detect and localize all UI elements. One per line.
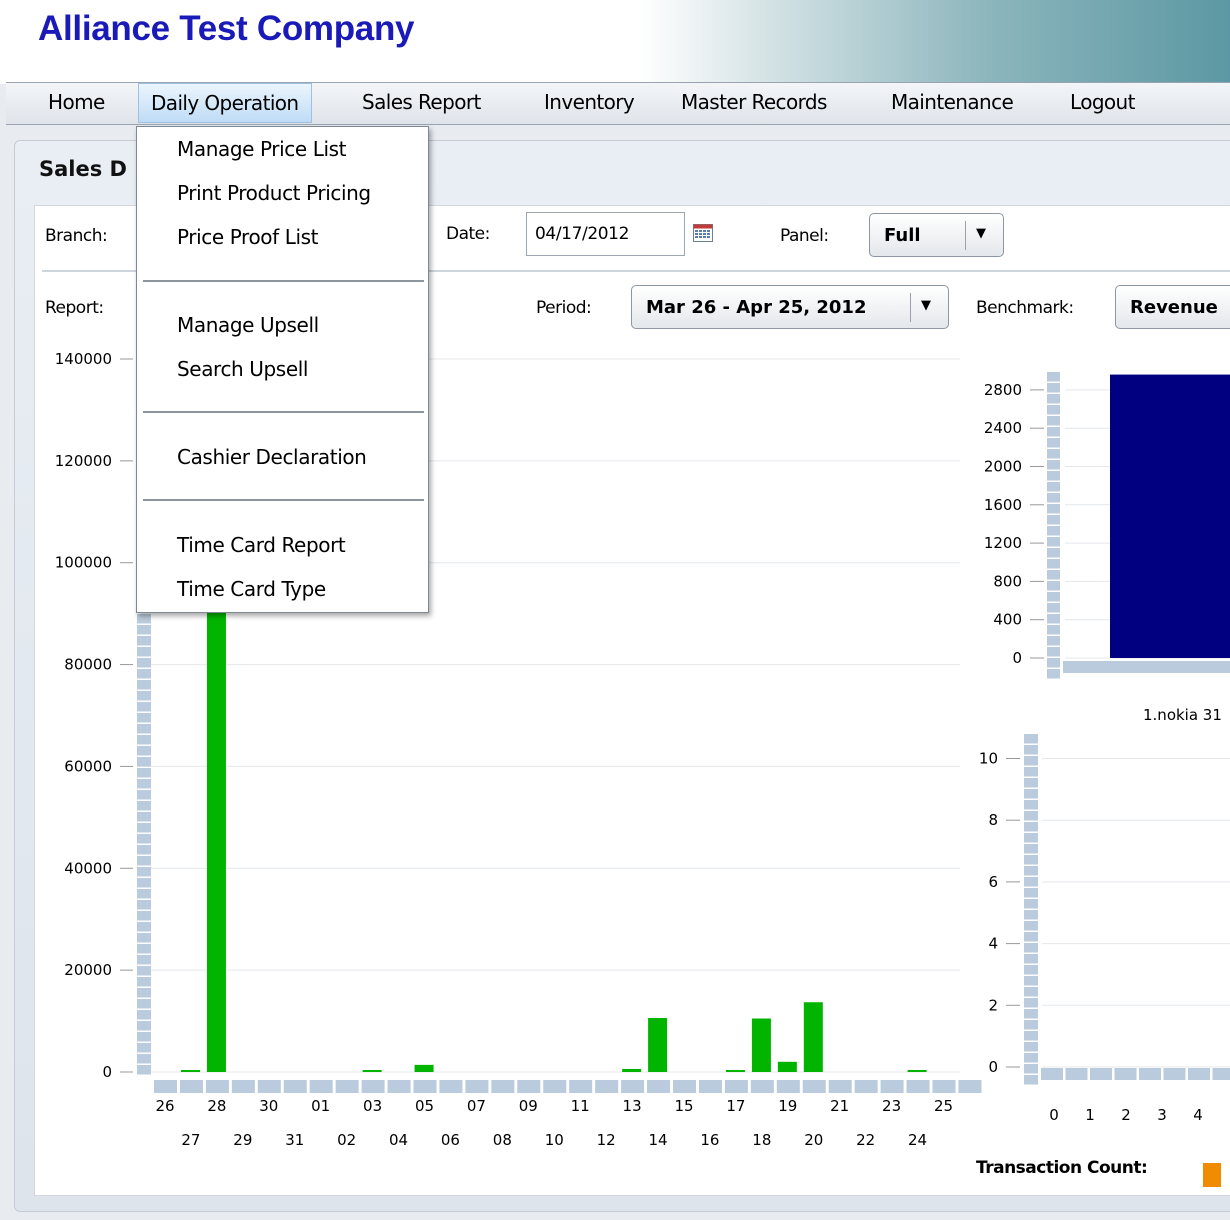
y-axis-block <box>1024 1042 1038 1052</box>
y-axis-block <box>1024 998 1038 1008</box>
legend-swatch <box>1203 1163 1221 1187</box>
y-axis-block <box>1024 800 1038 810</box>
menu-item-print-product-pricing[interactable]: Print Product Pricing <box>177 181 371 205</box>
x-tick-label: 3 <box>1157 1106 1167 1124</box>
y-axis-block <box>1024 1009 1038 1019</box>
y-axis-block <box>1024 756 1038 766</box>
menu-item-manage-price-list[interactable]: Manage Price List <box>177 137 347 161</box>
y-axis-block <box>1024 844 1038 854</box>
y-axis-block <box>1024 965 1038 975</box>
menu-item-time-card-report[interactable]: Time Card Report <box>177 533 346 557</box>
x-tick-label: 2 <box>1121 1106 1131 1124</box>
y-axis-block <box>1024 855 1038 865</box>
x-axis-block <box>1188 1068 1210 1080</box>
y-axis-block <box>1024 811 1038 821</box>
x-tick-label: 4 <box>1193 1106 1203 1124</box>
y-axis-block <box>1024 778 1038 788</box>
y-axis-block <box>1024 767 1038 777</box>
y-axis-block <box>1024 910 1038 920</box>
y-axis-block <box>1024 899 1038 909</box>
menu-separator <box>143 499 424 501</box>
y-axis-block <box>1024 1020 1038 1030</box>
y-axis-block <box>1024 943 1038 953</box>
y-tick-label: 2 <box>988 996 998 1014</box>
y-axis-block <box>1024 822 1038 832</box>
daily-operation-dropdown: Manage Price List Print Product Pricing … <box>136 126 429 613</box>
y-axis-block <box>1024 866 1038 876</box>
y-tick-label: 0 <box>988 1058 998 1076</box>
y-axis-block <box>1024 1075 1038 1085</box>
y-tick-label: 4 <box>988 935 998 953</box>
x-tick-label: 0 <box>1049 1106 1059 1124</box>
y-axis-block <box>1024 1053 1038 1063</box>
x-axis-block <box>1212 1068 1230 1080</box>
menu-item-cashier-declaration[interactable]: Cashier Declaration <box>177 445 367 469</box>
y-axis-block <box>1024 1064 1038 1074</box>
x-tick-label: 1 <box>1085 1106 1095 1124</box>
menu-item-price-proof-list[interactable]: Price Proof List <box>177 225 318 249</box>
y-axis-block <box>1024 921 1038 931</box>
y-tick-label: 6 <box>988 873 998 891</box>
y-axis-block <box>1024 976 1038 986</box>
y-axis-block <box>1024 1031 1038 1041</box>
menu-item-manage-upsell[interactable]: Manage Upsell <box>177 313 319 337</box>
y-tick-label: 8 <box>988 811 998 829</box>
y-axis-block <box>1024 888 1038 898</box>
x-axis-block <box>1041 1068 1063 1080</box>
y-axis-block <box>1024 745 1038 755</box>
menu-separator <box>143 280 424 282</box>
x-axis-block <box>1114 1068 1137 1080</box>
transaction-count-legend: Transaction Count: <box>976 1158 1148 1178</box>
y-axis-block <box>1024 932 1038 942</box>
y-axis-block <box>1024 954 1038 964</box>
x-axis-block <box>1065 1068 1088 1080</box>
x-axis-block <box>1090 1068 1112 1080</box>
x-axis-block <box>1163 1068 1186 1080</box>
y-axis-block <box>1024 833 1038 843</box>
y-axis-block <box>1024 987 1038 997</box>
x-axis-block <box>1139 1068 1161 1080</box>
menu-item-search-upsell[interactable]: Search Upsell <box>177 357 308 381</box>
y-axis-block <box>1024 734 1038 744</box>
y-tick-label: 10 <box>979 750 998 768</box>
y-axis-block <box>1024 789 1038 799</box>
menu-separator <box>143 411 424 413</box>
y-axis-block <box>1024 877 1038 887</box>
menu-item-time-card-type[interactable]: Time Card Type <box>177 577 326 601</box>
